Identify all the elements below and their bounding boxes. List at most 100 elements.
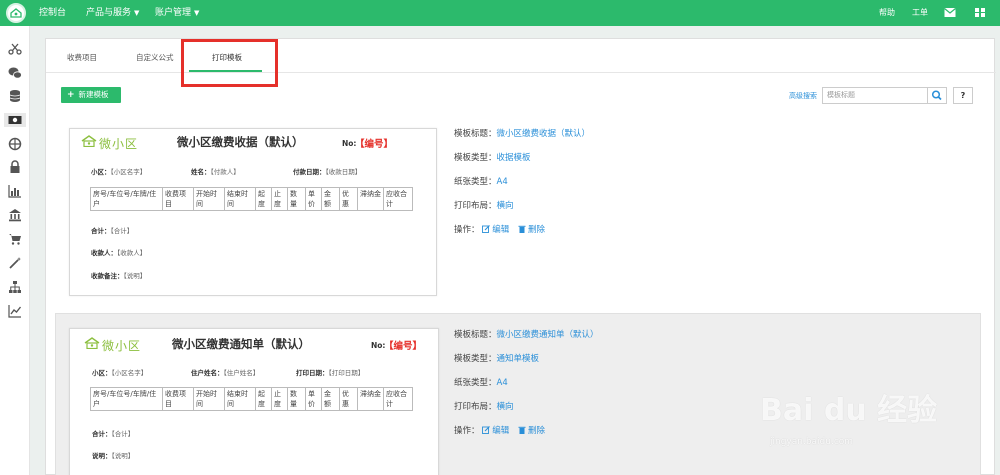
field-community: 小区：【小区名字】 (92, 369, 148, 377)
chevron-down-icon: ▼ (194, 9, 200, 17)
delete-button[interactable]: 删除 (528, 426, 545, 436)
template-title: 微小区缴费通知单（默认） (172, 337, 310, 351)
info-ops: 操作： 编辑 删除 (454, 225, 545, 235)
table-header-cell: 开始时间 (193, 187, 225, 211)
sidebar (0, 26, 30, 475)
table-header-cell: 金额 (321, 187, 340, 211)
info-title-value[interactable]: 微小区缴费通知单（默认） (497, 330, 599, 340)
table-header-cell: 滞纳金 (357, 187, 384, 211)
app-logo[interactable] (6, 3, 26, 23)
fee-table: 房号/车位号/车牌/住户 收费项目 开始时间 结束时间 起度 止度 数量 单价 … (90, 387, 413, 411)
fee-table: 房号/车位号/车牌/住户 收费项目 开始时间 结束时间 起度 止度 数量 单价 … (90, 187, 413, 211)
money-icon[interactable] (4, 113, 26, 127)
tab-custom-formula[interactable]: 自定义公式 (136, 52, 174, 63)
table-header-row: 房号/车位号/车牌/住户 收费项目 开始时间 结束时间 起度 止度 数量 单价 … (90, 387, 413, 411)
nav-products[interactable]: 产品与服务 ▼ (86, 0, 139, 26)
table-header-cell: 起度 (255, 387, 272, 411)
help-button[interactable]: ? (953, 87, 973, 104)
search-input[interactable]: 模板标题 (822, 87, 928, 104)
template-preview-receipt[interactable]: 微小区 微小区缴费收据（默认） No: 【编号】 小区：【小区名字】 姓名：【付… (69, 128, 437, 296)
watermark-url: jingyan.baidu.com (770, 437, 854, 447)
tab-fee-items[interactable]: 收费项目 (67, 52, 97, 63)
baidu-watermark: Bai du 经验 jingyan.baidu.com (760, 385, 1000, 475)
template-logo-text: 微小区 (99, 137, 139, 151)
table-header-cell: 应收合计 (383, 187, 413, 211)
field-pay-date: 付款日期：【收款日期】 (293, 168, 362, 176)
table-header-cell: 优惠 (339, 387, 358, 411)
table-header-cell: 单价 (305, 187, 322, 211)
edit-button[interactable]: 编辑 (492, 225, 509, 235)
info-layout: 打印布局：横向 (454, 402, 514, 412)
table-header-cell: 起度 (255, 187, 272, 211)
advanced-search-link[interactable]: 高级搜索 (789, 91, 817, 101)
table-header-cell: 开始时间 (193, 387, 225, 411)
template-preview-notice[interactable]: 微小区 微小区缴费通知单（默认） No: 【编号】 小区：【小区名字】 住户姓名… (69, 328, 439, 475)
field-remark: 收款备注：【说明】 (91, 272, 147, 280)
template-logo-text: 微小区 (102, 339, 142, 353)
info-paper: 纸张类型：A4 (454, 378, 508, 388)
watermark-brand: Bai du 经验 (760, 393, 938, 428)
table-header-cell: 数量 (287, 187, 306, 211)
table-header-cell: 止度 (271, 187, 288, 211)
field-community: 小区：【小区名字】 (91, 168, 147, 176)
table-header-cell: 收费项目 (162, 387, 194, 411)
table-header-cell: 优惠 (339, 187, 358, 211)
field-total: 合计：【合计】 (92, 430, 135, 438)
table-header-cell: 止度 (271, 387, 288, 411)
search-button[interactable] (927, 87, 947, 104)
template-title: 微小区缴费收据（默认） (177, 135, 304, 149)
lock-icon[interactable] (8, 160, 22, 174)
no-value: 【编号】 (384, 341, 423, 352)
new-template-button[interactable]: + 新建模板 (61, 87, 121, 103)
info-title-value[interactable]: 微小区缴费收据（默认） (497, 129, 591, 139)
table-header-cell: 房号/车位号/车牌/住户 (90, 387, 163, 411)
edit-button[interactable]: 编辑 (492, 426, 509, 436)
annotation-highlight-box (181, 39, 278, 87)
info-type: 模板类型：通知单模板 (454, 354, 540, 364)
table-header-cell: 结束时间 (224, 387, 256, 411)
edit-icon (482, 426, 491, 434)
info-title: 模板标题：微小区缴费收据（默认） (454, 129, 591, 139)
info-paper: 纸张类型：A4 (454, 177, 508, 187)
sitemap-icon[interactable] (8, 280, 22, 294)
nav-account[interactable]: 账户管理 ▼ (155, 0, 199, 26)
edit-icon (482, 225, 491, 233)
info-type: 模板类型：收据模板 (454, 153, 531, 163)
bank-icon[interactable] (8, 208, 22, 222)
table-header-cell: 房号/车位号/车牌/住户 (90, 187, 163, 211)
field-total: 合计：【合计】 (91, 227, 134, 235)
house-logo-icon (81, 135, 97, 147)
mail-icon[interactable] (944, 7, 956, 18)
field-resident-name: 住户姓名：【住户姓名】 (191, 369, 260, 377)
ticket-link[interactable]: 工单 (912, 0, 928, 26)
table-header-cell: 单价 (305, 387, 322, 411)
table-header-cell: 滞纳金 (357, 387, 384, 411)
scissors-icon[interactable] (8, 42, 22, 56)
plus-icon: + (67, 90, 75, 100)
table-header-cell: 应收合计 (383, 387, 413, 411)
field-remark: 说明：【说明】 (92, 452, 135, 460)
wechat-icon[interactable] (8, 66, 22, 80)
delete-button[interactable]: 删除 (528, 225, 545, 235)
help-link[interactable]: 帮助 (879, 0, 895, 26)
field-name: 姓名：【付款人】 (191, 168, 240, 176)
search-icon (931, 90, 942, 101)
nav-dashboard[interactable]: 控制台 (39, 0, 66, 26)
trash-icon (518, 225, 526, 233)
line-chart-icon[interactable] (8, 304, 22, 318)
no-value: 【编号】 (355, 139, 394, 150)
grid-icon[interactable] (974, 7, 986, 18)
table-header-cell: 数量 (287, 387, 306, 411)
top-navbar: 控制台 产品与服务 ▼ 账户管理 ▼ 帮助 工单 (0, 0, 1000, 26)
table-header-cell: 金额 (321, 387, 340, 411)
table-header-row: 房号/车位号/车牌/住户 收费项目 开始时间 结束时间 起度 止度 数量 单价 … (90, 187, 413, 211)
info-ops: 操作： 编辑 删除 (454, 426, 545, 436)
globe-icon[interactable] (8, 137, 22, 151)
cart-icon[interactable] (8, 232, 22, 246)
magic-icon[interactable] (8, 256, 22, 270)
info-layout: 打印布局：横向 (454, 201, 514, 211)
bar-chart-icon[interactable] (8, 184, 22, 198)
trash-icon (518, 426, 526, 434)
database-icon[interactable] (8, 89, 22, 103)
info-title: 模板标题：微小区缴费通知单（默认） (454, 330, 599, 340)
